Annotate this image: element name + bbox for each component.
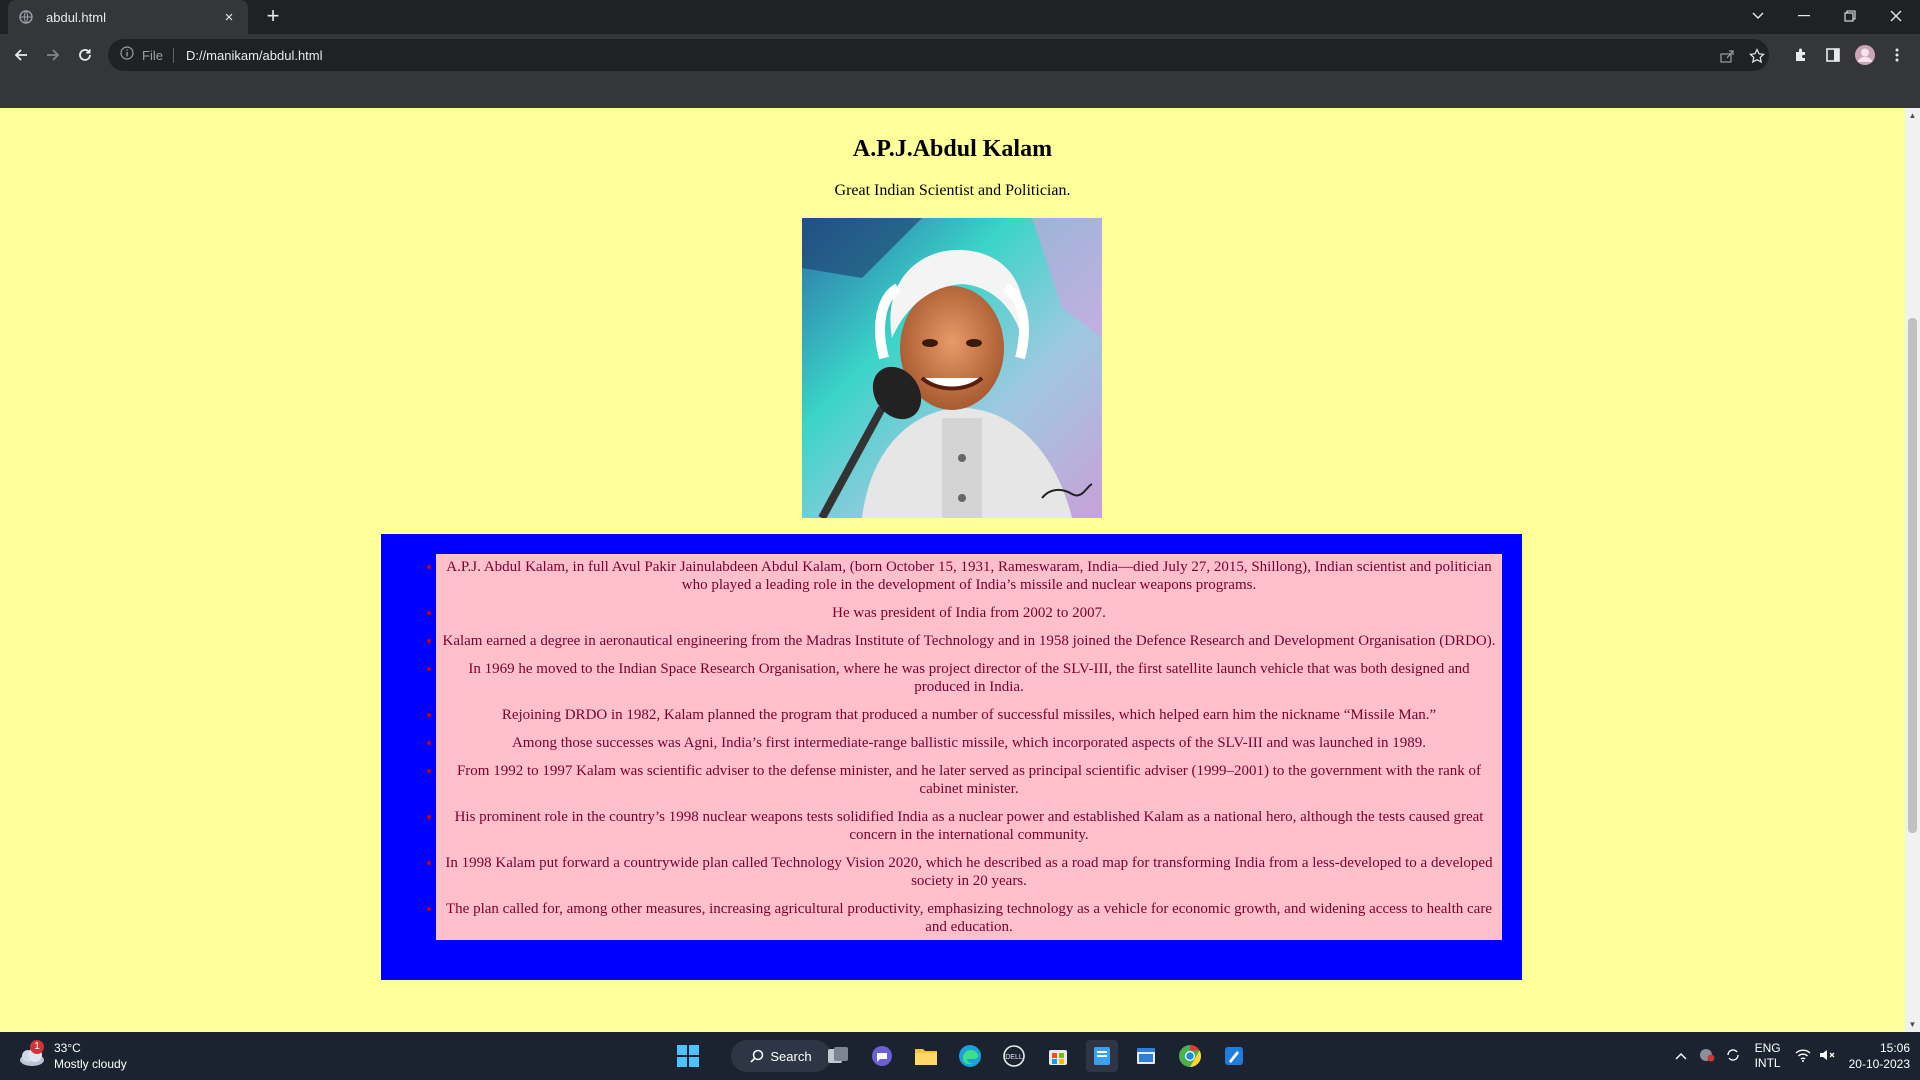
back-icon[interactable] <box>6 40 36 70</box>
scroll-thumb[interactable] <box>1908 318 1917 833</box>
new-tab-button[interactable]: + <box>260 5 286 29</box>
wifi-icon[interactable] <box>1795 1048 1811 1065</box>
list-item: Among those successes was Agni, India’s … <box>442 734 1496 752</box>
globe-icon <box>18 9 34 25</box>
clock-time: 15:06 <box>1879 1041 1910 1055</box>
bookmarks-bar <box>0 76 1920 108</box>
volume-muted-icon[interactable] <box>1819 1048 1835 1065</box>
list-item: Rejoining DRDO in 1982, Kalam planned th… <box>442 706 1496 724</box>
list-item: Kalam earned a degree in aeronautical en… <box>442 632 1496 650</box>
fact-text: He was president of India from 2002 to 2… <box>832 605 1106 621</box>
teams-chat-icon[interactable] <box>866 1040 898 1072</box>
system-tray: ENG INTL 15:06 20-10-2023 <box>1675 1038 1910 1074</box>
weather-description: Mostly cloudy <box>54 1057 127 1071</box>
clock[interactable]: 15:06 20-10-2023 <box>1849 1040 1910 1072</box>
scroll-up-arrow-icon[interactable]: ▲ <box>1908 111 1917 120</box>
page-title: A.P.J.Abdul Kalam <box>852 136 1053 162</box>
file-explorer-icon[interactable] <box>910 1040 942 1072</box>
search-label: Search <box>770 1048 812 1064</box>
windows-start-icon[interactable] <box>672 1040 704 1072</box>
fact-text: Rejoining DRDO in 1982, Kalam planned th… <box>501 707 1437 723</box>
microsoft-store-icon[interactable] <box>1042 1040 1074 1072</box>
sync-tray-icon[interactable] <box>1725 1047 1741 1066</box>
dell-app-icon[interactable]: DELL <box>998 1040 1030 1072</box>
fact-text: Among those successes was Agni, India’s … <box>511 735 1427 751</box>
chevron-up-icon[interactable] <box>1675 1049 1687 1063</box>
info-icon[interactable] <box>120 45 134 65</box>
list-item: He was president of India from 2002 to 2… <box>442 604 1496 622</box>
restore-icon[interactable] <box>1830 2 1870 30</box>
task-view-icon[interactable] <box>822 1040 854 1072</box>
cloudy-weather-icon: 1 <box>18 1040 46 1068</box>
weather-badge: 1 <box>30 1040 44 1054</box>
svg-text:DELL: DELL <box>1005 1054 1023 1061</box>
clock-date: 20-10-2023 <box>1848 1057 1910 1071</box>
close-tab-icon[interactable]: × <box>220 9 238 26</box>
app-window-icon[interactable] <box>1130 1040 1162 1072</box>
weather-temperature: 33°C <box>54 1041 81 1055</box>
fact-text: A.P.J. Abdul Kalam, in full Avul Pakir J… <box>446 559 1492 593</box>
list-item: His prominent role in the country’s 1998… <box>442 808 1496 844</box>
minimize-icon[interactable] <box>1784 2 1824 30</box>
scroll-down-arrow-icon[interactable]: ▼ <box>1908 1020 1917 1029</box>
language-indicator[interactable]: ENG INTL <box>1755 1041 1781 1071</box>
fact-text: His prominent role in the country’s 1998… <box>454 809 1484 843</box>
browser-toolbar: File D://manikam/abdul.html <box>0 34 1920 76</box>
chrome-browser-icon[interactable] <box>1174 1040 1206 1072</box>
extensions-icon[interactable] <box>1790 44 1812 66</box>
tab-search-icon[interactable] <box>1738 2 1778 30</box>
address-bar[interactable]: File D://manikam/abdul.html <box>108 39 1769 71</box>
fact-text: The plan called for, among other measure… <box>446 901 1492 935</box>
list-item: The plan called for, among other measure… <box>442 900 1496 936</box>
fact-text: From 1992 to 1997 Kalam was scientific a… <box>456 763 1482 797</box>
address-url[interactable]: D://manikam/abdul.html <box>186 48 323 63</box>
side-panel-icon[interactable] <box>1822 44 1844 66</box>
language-code: ENG <box>1754 1041 1781 1055</box>
list-item: From 1992 to 1997 Kalam was scientific a… <box>442 762 1496 798</box>
menu-dots-icon[interactable] <box>1886 44 1908 66</box>
edge-browser-icon[interactable] <box>954 1040 986 1072</box>
bookmark-star-icon[interactable] <box>1748 47 1766 65</box>
kalam-portrait-image <box>802 218 1102 518</box>
search-icon <box>750 1049 764 1063</box>
taskbar-search-button[interactable]: Search <box>731 1040 831 1072</box>
list-item: A.P.J. Abdul Kalam, in full Avul Pakir J… <box>442 558 1496 594</box>
fact-text: In 1998 Kalam put forward a countrywide … <box>445 855 1493 889</box>
weather-widget[interactable]: 1 33°C Mostly cloudy <box>18 1040 127 1072</box>
list-item: In 1998 Kalam put forward a countrywide … <box>442 854 1496 890</box>
profile-avatar[interactable] <box>1854 44 1876 66</box>
list-item: In 1969 he moved to the Indian Space Res… <box>442 660 1496 696</box>
security-tray-icon[interactable] <box>1699 1047 1715 1066</box>
tab-title: abdul.html <box>46 9 106 25</box>
page-subtitle: Great Indian Scientist and Politician. <box>834 182 1071 199</box>
tab-abdul-html[interactable]: abdul.html × <box>8 0 248 34</box>
windows-taskbar: 1 33°C Mostly cloudy Search DELL ENG INT… <box>0 1032 1920 1080</box>
facts-container: A.P.J. Abdul Kalam, in full Avul Pakir J… <box>381 534 1522 980</box>
close-window-icon[interactable] <box>1876 2 1916 30</box>
reload-icon[interactable] <box>70 40 100 70</box>
tab-bar: abdul.html × + <box>0 0 1920 34</box>
paint-app-icon[interactable] <box>1218 1040 1250 1072</box>
fact-text: In 1969 he moved to the Indian Space Res… <box>468 661 1470 695</box>
page-viewport: A.P.J.Abdul Kalam Great Indian Scientist… <box>0 108 1905 1032</box>
share-icon[interactable] <box>1718 47 1736 65</box>
forward-icon[interactable] <box>38 40 68 70</box>
vertical-scrollbar[interactable]: ▲ ▼ <box>1905 108 1920 1032</box>
address-scheme: File <box>142 47 174 63</box>
notepad-active-icon[interactable] <box>1086 1040 1118 1072</box>
fact-text: Kalam earned a degree in aeronautical en… <box>442 633 1496 649</box>
facts-list: A.P.J. Abdul Kalam, in full Avul Pakir J… <box>436 554 1502 940</box>
keyboard-layout: INTL <box>1754 1056 1781 1070</box>
